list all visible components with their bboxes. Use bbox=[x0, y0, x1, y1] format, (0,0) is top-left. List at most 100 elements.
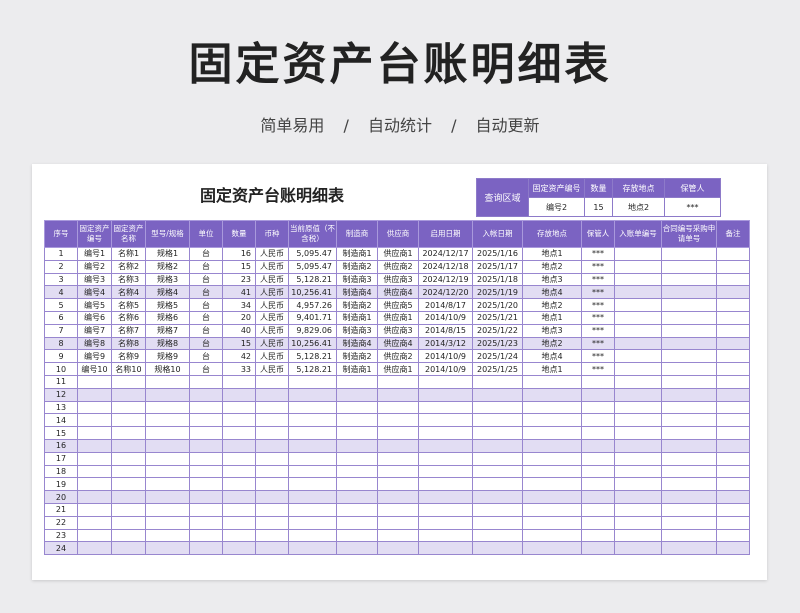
table-cell[interactable] bbox=[418, 477, 473, 492]
table-cell[interactable]: 5,128.21 bbox=[288, 362, 337, 376]
table-cell[interactable] bbox=[189, 528, 223, 543]
table-cell[interactable]: 2014/3/12 bbox=[418, 336, 473, 351]
table-cell[interactable] bbox=[614, 323, 662, 338]
table-cell[interactable] bbox=[472, 451, 523, 466]
table-cell[interactable] bbox=[472, 464, 523, 479]
table-cell[interactable]: 供应商5 bbox=[377, 298, 419, 312]
table-cell[interactable]: 2 bbox=[44, 259, 78, 274]
table-cell[interactable] bbox=[377, 515, 419, 530]
table-cell[interactable] bbox=[111, 515, 146, 530]
table-cell[interactable]: *** bbox=[581, 310, 615, 325]
table-cell[interactable] bbox=[111, 502, 146, 517]
table-cell[interactable]: 5 bbox=[44, 298, 78, 312]
table-cell[interactable] bbox=[377, 502, 419, 517]
table-cell[interactable]: 地点2 bbox=[522, 336, 582, 351]
table-cell[interactable]: 供应商4 bbox=[377, 285, 419, 300]
table-cell[interactable] bbox=[336, 464, 378, 479]
table-cell[interactable] bbox=[111, 426, 146, 440]
table-cell[interactable]: 9 bbox=[44, 349, 78, 364]
table-cell[interactable]: 供应商1 bbox=[377, 247, 419, 261]
table-cell[interactable] bbox=[522, 374, 582, 389]
table-cell[interactable] bbox=[255, 413, 289, 428]
table-cell[interactable]: 地点4 bbox=[522, 285, 582, 300]
table-cell[interactable]: 地点3 bbox=[522, 272, 582, 287]
table-cell[interactable] bbox=[255, 387, 289, 402]
table-cell[interactable] bbox=[145, 502, 190, 517]
table-cell[interactable]: 规格4 bbox=[145, 285, 190, 300]
table-cell[interactable]: 规格6 bbox=[145, 310, 190, 325]
table-cell[interactable] bbox=[377, 387, 419, 402]
table-cell[interactable]: 制造商3 bbox=[336, 323, 378, 338]
table-cell[interactable] bbox=[255, 502, 289, 517]
table-cell[interactable] bbox=[336, 528, 378, 543]
table-cell[interactable]: 地点1 bbox=[522, 247, 582, 261]
table-cell[interactable]: 地点3 bbox=[522, 323, 582, 338]
table-cell[interactable]: 编号2 bbox=[77, 259, 112, 274]
table-cell[interactable] bbox=[716, 541, 750, 556]
table-cell[interactable] bbox=[614, 400, 662, 415]
table-cell[interactable]: 20 bbox=[222, 310, 256, 325]
table-cell[interactable]: 台 bbox=[189, 298, 223, 312]
table-cell[interactable] bbox=[189, 541, 223, 556]
table-cell[interactable] bbox=[661, 349, 717, 364]
table-cell[interactable] bbox=[716, 349, 750, 364]
table-cell[interactable] bbox=[222, 413, 256, 428]
table-cell[interactable]: 名称8 bbox=[111, 336, 146, 351]
table-cell[interactable]: 19 bbox=[44, 477, 78, 492]
table-cell[interactable] bbox=[189, 426, 223, 440]
table-cell[interactable]: *** bbox=[581, 349, 615, 364]
table-cell[interactable] bbox=[145, 438, 190, 453]
table-cell[interactable] bbox=[522, 387, 582, 402]
table-cell[interactable]: 18 bbox=[44, 464, 78, 479]
table-cell[interactable]: 42 bbox=[222, 349, 256, 364]
table-cell[interactable] bbox=[189, 413, 223, 428]
table-cell[interactable]: 6 bbox=[44, 310, 78, 325]
table-cell[interactable]: 名称6 bbox=[111, 310, 146, 325]
table-cell[interactable]: 地点1 bbox=[522, 310, 582, 325]
table-cell[interactable] bbox=[614, 413, 662, 428]
table-cell[interactable]: 台 bbox=[189, 272, 223, 287]
table-cell[interactable]: 人民币 bbox=[255, 285, 289, 300]
table-cell[interactable]: 台 bbox=[189, 247, 223, 261]
table-cell[interactable] bbox=[77, 413, 112, 428]
table-cell[interactable] bbox=[418, 502, 473, 517]
table-cell[interactable] bbox=[472, 541, 523, 556]
table-cell[interactable] bbox=[77, 374, 112, 389]
table-cell[interactable] bbox=[661, 541, 717, 556]
table-cell[interactable] bbox=[472, 374, 523, 389]
table-cell[interactable] bbox=[145, 528, 190, 543]
table-cell[interactable] bbox=[222, 451, 256, 466]
table-cell[interactable]: 名称2 bbox=[111, 259, 146, 274]
table-cell[interactable]: 供应商3 bbox=[377, 272, 419, 287]
table-cell[interactable] bbox=[472, 490, 523, 504]
table-cell[interactable] bbox=[472, 426, 523, 440]
table-cell[interactable] bbox=[77, 451, 112, 466]
table-cell[interactable] bbox=[255, 400, 289, 415]
table-cell[interactable] bbox=[377, 413, 419, 428]
table-cell[interactable]: 人民币 bbox=[255, 336, 289, 351]
table-cell[interactable] bbox=[77, 541, 112, 556]
table-cell[interactable]: 23 bbox=[44, 528, 78, 543]
table-cell[interactable]: 16 bbox=[44, 438, 78, 453]
table-cell[interactable] bbox=[614, 451, 662, 466]
table-cell[interactable]: 地点2 bbox=[522, 259, 582, 274]
table-cell[interactable]: 17 bbox=[44, 451, 78, 466]
table-cell[interactable]: 制造商1 bbox=[336, 310, 378, 325]
table-cell[interactable] bbox=[716, 451, 750, 466]
table-cell[interactable]: 地点1 bbox=[522, 362, 582, 376]
table-cell[interactable] bbox=[222, 464, 256, 479]
table-cell[interactable]: 规格1 bbox=[145, 247, 190, 261]
table-cell[interactable] bbox=[145, 515, 190, 530]
table-cell[interactable] bbox=[716, 247, 750, 261]
table-cell[interactable] bbox=[522, 438, 582, 453]
table-cell[interactable] bbox=[222, 477, 256, 492]
table-cell[interactable] bbox=[255, 438, 289, 453]
table-cell[interactable]: 名称9 bbox=[111, 349, 146, 364]
table-cell[interactable] bbox=[111, 541, 146, 556]
table-cell[interactable] bbox=[661, 272, 717, 287]
table-cell[interactable] bbox=[111, 477, 146, 492]
table-cell[interactable] bbox=[614, 426, 662, 440]
table-cell[interactable]: *** bbox=[581, 362, 615, 376]
table-cell[interactable] bbox=[614, 362, 662, 376]
table-cell[interactable] bbox=[418, 438, 473, 453]
